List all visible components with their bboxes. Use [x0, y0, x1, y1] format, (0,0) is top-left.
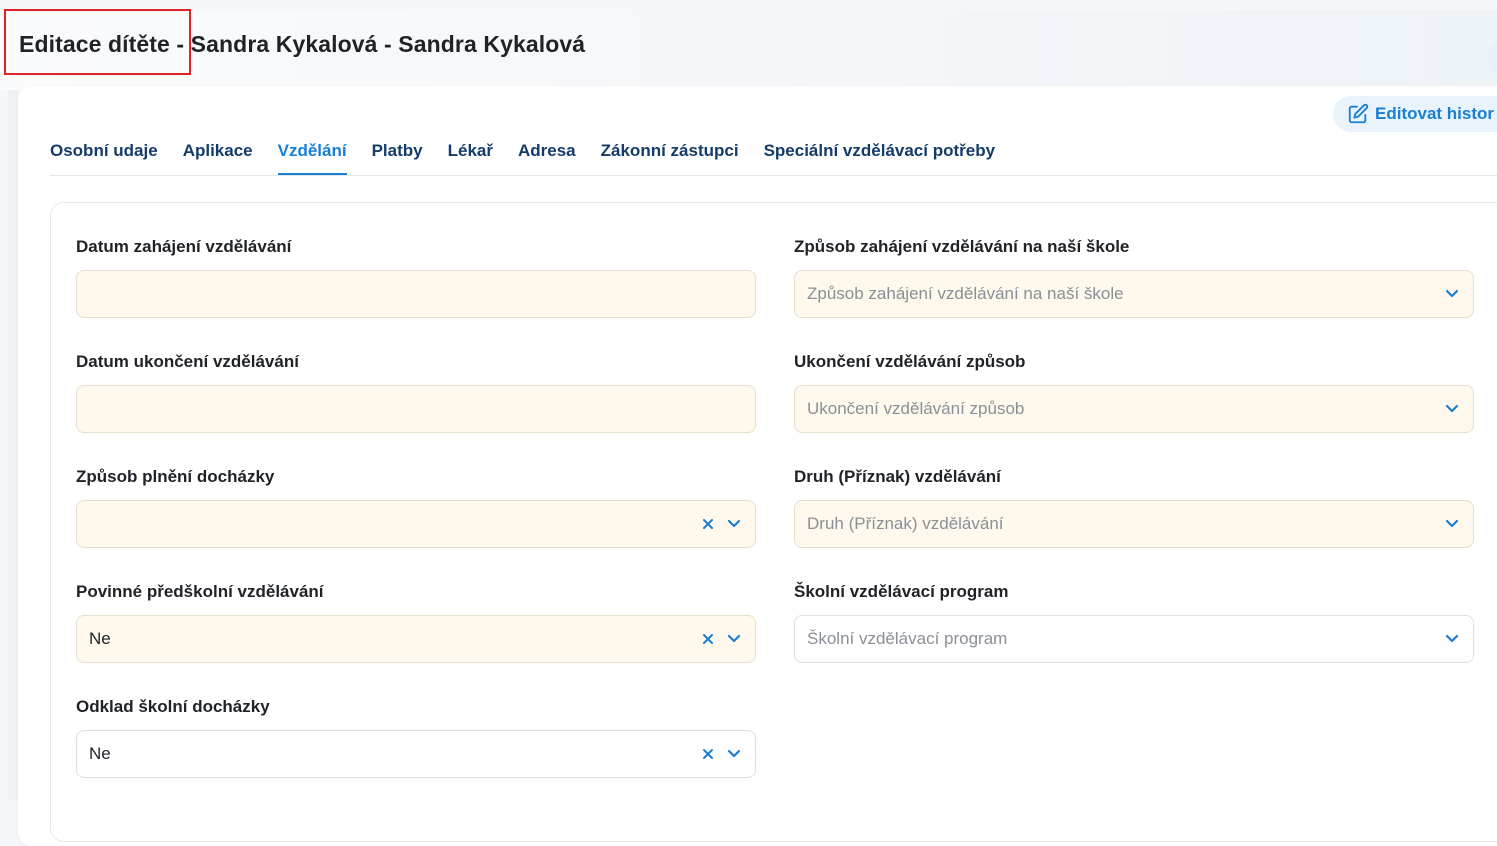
edit-icon [1348, 103, 1369, 124]
chevron-down-icon[interactable] [1443, 400, 1461, 418]
tab-zakonni-zastupci[interactable]: Zákonní zástupci [601, 126, 739, 175]
start-method-select[interactable]: Způsob zahájení vzdělávání na naší škole [794, 270, 1474, 318]
mandatory-preschool-value: Ne [89, 629, 111, 648]
clear-icon[interactable] [699, 745, 717, 763]
chevron-down-icon[interactable] [1443, 630, 1461, 648]
clear-icon[interactable] [699, 515, 717, 533]
school-program-placeholder: Školní vzdělávací program [807, 629, 1008, 648]
education-type-label: Druh (Příznak) vzdělávání [794, 467, 1001, 486]
start-method-placeholder: Způsob zahájení vzdělávání na naší škole [807, 284, 1124, 303]
chevron-down-icon[interactable] [725, 630, 743, 648]
tab-platby[interactable]: Platby [372, 126, 423, 175]
school-deferral-select[interactable]: Ne [76, 730, 756, 778]
start-date-field[interactable] [76, 270, 756, 318]
mandatory-preschool-select[interactable]: Ne [76, 615, 756, 663]
tab-osobni-udaje[interactable]: Osobní udaje [50, 126, 158, 175]
attendance-mode-label: Způsob plnění docházky [76, 467, 275, 486]
start-date-label: Datum zahájení vzdělávání [76, 237, 292, 256]
tab-bar: Osobní udaje Aplikace Vzdělání Platby Lé… [50, 126, 1497, 176]
clear-icon[interactable] [699, 630, 717, 648]
page-title: Editace dítěte - Sandra Kykalová - Sandr… [19, 31, 586, 57]
start-method-label: Způsob zahájení vzdělávání na naší škole [794, 237, 1130, 256]
education-type-select[interactable]: Druh (Příznak) vzdělávání [794, 500, 1474, 548]
chevron-down-icon[interactable] [725, 745, 743, 763]
school-program-select[interactable]: Školní vzdělávací program [794, 615, 1474, 663]
attendance-mode-select[interactable] [76, 500, 756, 548]
end-date-label: Datum ukončení vzdělávání [76, 352, 299, 371]
mandatory-preschool-label: Povinné předškolní vzdělávání [76, 582, 324, 601]
tab-lekar[interactable]: Lékař [448, 126, 493, 175]
school-deferral-label: Odklad školní docházky [76, 697, 270, 716]
end-method-label: Ukončení vzdělávání způsob [794, 352, 1026, 371]
end-date-field[interactable] [76, 385, 756, 433]
end-method-select[interactable]: Ukončení vzdělávání způsob [794, 385, 1474, 433]
sidebar-edge [8, 90, 18, 800]
chevron-down-icon[interactable] [725, 515, 743, 533]
tab-vzdelani[interactable]: Vzdělání [277, 126, 347, 175]
school-program-label: Školní vzdělávací program [794, 582, 1009, 601]
school-deferral-value: Ne [89, 744, 111, 763]
tab-adresa[interactable]: Adresa [518, 126, 576, 175]
education-type-placeholder: Druh (Příznak) vzdělávání [807, 514, 1004, 533]
start-date-input[interactable] [89, 271, 743, 317]
end-date-input[interactable] [89, 386, 743, 432]
chevron-down-icon[interactable] [1443, 285, 1461, 303]
end-method-placeholder: Ukončení vzdělávání způsob [807, 399, 1025, 418]
edit-history-label: Editovat histor [1375, 104, 1495, 123]
chevron-down-icon[interactable] [1443, 515, 1461, 533]
tab-specialni-vzdelavaci-potreby[interactable]: Speciální vzdělávací potřeby [764, 126, 995, 175]
tab-aplikace[interactable]: Aplikace [183, 126, 253, 175]
